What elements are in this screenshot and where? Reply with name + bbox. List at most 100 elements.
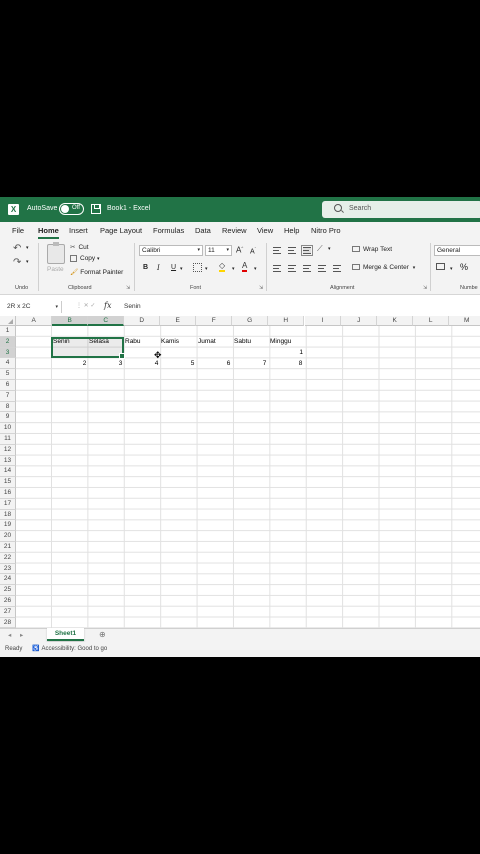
fill-color-icon[interactable]: ◇ [219,261,226,272]
cell-e4[interactable]: 5 [160,360,195,367]
row-header-13[interactable]: 13 [0,455,16,467]
chevron-down-icon[interactable]: ▾ [232,266,235,272]
chevron-down-icon[interactable]: ▾ [205,266,208,272]
cell-area[interactable] [16,326,480,628]
row-header-16[interactable]: 16 [0,488,16,499]
cell-f2[interactable]: Jumat [198,338,216,345]
tab-home[interactable]: Home [38,226,59,239]
chevron-down-icon[interactable]: ▾ [254,266,257,272]
column-header-e[interactable]: E [160,316,197,326]
tab-nitro-pro[interactable]: Nitro Pro [311,226,341,235]
row-header-26[interactable]: 26 [0,596,16,607]
chevron-down-icon[interactable]: ▾ [180,266,183,272]
fx-icon[interactable]: fx [104,301,111,310]
cancel-check-icons[interactable]: ⋮ ✕ ✓ [76,302,95,309]
column-header-j[interactable]: J [341,316,378,326]
align-right-icon[interactable] [303,265,311,272]
currency-icon[interactable] [436,263,445,270]
sheet-tab-sheet1[interactable]: Sheet1 [47,628,84,641]
row-header-14[interactable]: 14 [0,466,16,478]
column-header-g[interactable]: G [232,316,269,326]
cell-d2[interactable]: Rabu [125,338,141,345]
selection-range[interactable] [51,336,125,359]
font-size-select[interactable]: 11 ▾ [205,245,232,256]
bold-button[interactable]: B [143,264,148,271]
column-header-a[interactable]: A [16,316,53,326]
column-header-k[interactable]: K [377,316,414,326]
cell-g4[interactable]: 7 [232,360,267,367]
row-header-19[interactable]: 19 [0,520,16,532]
chevron-down-icon[interactable]: ▾ [26,259,29,265]
percent-button[interactable]: % [460,262,468,272]
formula-input[interactable]: Senin [124,303,141,310]
merge-center-button[interactable]: Merge & Center ▾ [352,264,415,271]
select-all-corner[interactable] [0,316,16,326]
accessibility-status[interactable]: ♿ Accessibility: Good to go [32,645,107,652]
row-header-28[interactable]: 28 [0,617,16,629]
italic-button[interactable]: I [157,264,160,272]
row-header-22[interactable]: 22 [0,552,16,564]
row-header-8[interactable]: 8 [0,401,16,413]
row-header-24[interactable]: 24 [0,574,16,586]
autosave-toggle[interactable]: Off [59,203,84,215]
column-header-f[interactable]: F [196,316,233,326]
chevron-down-icon[interactable]: ▾ [328,246,331,252]
middle-align-icon[interactable] [288,247,296,254]
wrap-text-button[interactable]: Wrap Text [352,246,392,253]
add-sheet-icon[interactable]: ⊕ [99,630,106,639]
paste-label[interactable]: Paste [47,266,64,273]
search-box[interactable]: Search [322,201,480,218]
column-header-i[interactable]: I [305,316,342,326]
increase-indent-icon[interactable] [333,265,341,272]
align-center-icon[interactable] [288,265,296,272]
align-left-icon[interactable] [273,265,281,272]
column-header-h[interactable]: H [268,316,305,326]
cell-h4[interactable]: 8 [268,360,303,367]
column-header-l[interactable]: L [413,316,450,326]
copy-button[interactable]: Copy ▾ [70,255,100,262]
row-header-27[interactable]: 27 [0,606,16,618]
redo-icon[interactable]: ↷ [13,257,21,268]
underline-button[interactable]: U [171,264,176,271]
number-format-select[interactable]: General [434,245,480,256]
row-header-17[interactable]: 17 [0,498,16,510]
orientation-icon[interactable]: ⟋ [317,244,323,254]
spreadsheet-grid[interactable]: A B C D E F G H I J K L M 1 2 3 4 5 6 7 8 9 10 11 12 13 14 15 16 17 18… [0,316,480,629]
column-header-d[interactable]: D [124,316,161,326]
row-header-10[interactable]: 10 [0,423,16,434]
cell-d4[interactable]: 4 [124,360,159,367]
row-header-6[interactable]: 6 [0,380,16,391]
row-header-1[interactable]: 1 [0,326,16,337]
dialog-launcher-icon[interactable]: ⇲ [126,285,130,291]
prev-sheet-icon[interactable]: ◂ [8,631,11,639]
row-header-7[interactable]: 7 [0,390,16,402]
column-header-m[interactable]: M [449,316,480,326]
name-box[interactable]: 2R x 2C ▾ [4,301,62,313]
row-header-15[interactable]: 15 [0,477,16,488]
cell-b4[interactable]: 2 [52,360,87,367]
row-header-20[interactable]: 20 [0,531,16,542]
tab-page-layout[interactable]: Page Layout [100,226,142,235]
tab-insert[interactable]: Insert [69,226,88,235]
tab-file[interactable]: File [12,226,24,235]
dialog-launcher-icon[interactable]: ⇲ [423,285,427,291]
grow-font-icon[interactable]: A^ [236,245,243,255]
cell-e2[interactable]: Kamis [161,338,179,345]
bottom-align-icon[interactable] [301,245,313,256]
top-align-icon[interactable] [273,247,281,254]
font-name-select[interactable]: Calibri ▾ [139,245,203,256]
cell-g2[interactable]: Sabtu [234,338,251,345]
column-header-b[interactable]: B [52,316,89,326]
cut-button[interactable]: ✂ Cut [70,243,89,251]
format-painter-button[interactable]: 🖌 Format Painter [70,268,123,276]
row-header-12[interactable]: 12 [0,444,16,456]
row-header-4[interactable]: 4 [0,358,16,370]
row-header-21[interactable]: 21 [0,542,16,553]
chevron-down-icon[interactable]: ▾ [26,245,29,251]
column-header-c[interactable]: C [88,316,125,326]
tab-review[interactable]: Review [222,226,247,235]
borders-icon[interactable] [193,263,202,272]
font-color-icon[interactable]: A [242,261,248,272]
decrease-indent-icon[interactable] [318,265,326,272]
paste-icon[interactable] [47,242,65,264]
